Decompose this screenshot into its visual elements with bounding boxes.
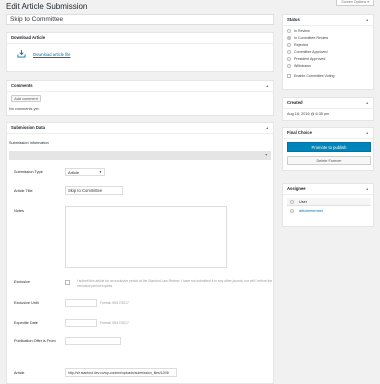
chevron-down-icon: ▼ <box>99 170 102 174</box>
add-comment-button[interactable]: Add comment <box>11 95 41 102</box>
collapse-caret-icon[interactable]: ▲ <box>366 184 369 194</box>
radio-icon <box>290 200 294 204</box>
comments-box: Comments ▲ Add comment No comments yet. <box>6 80 274 116</box>
radio-icon <box>287 43 291 48</box>
title-input[interactable]: Skip to Committee <box>6 14 274 25</box>
page-title: Edit Article Submission <box>6 2 88 11</box>
created-box: Created ▲ Aug 16, 2016 @ 6:35 pm <box>282 97 374 121</box>
exclusive-until-hint: Format: 05/17/2017 <box>100 301 129 305</box>
notes-textarea[interactable] <box>65 206 227 268</box>
assignee-box: Assignee ▲ User articlemember <box>282 183 374 227</box>
assignee-user-row[interactable]: articlemember <box>287 207 371 215</box>
article-url-input[interactable]: http://slr.stanford.dev.cc/wp-content/up… <box>65 368 177 377</box>
radio-icon <box>287 64 291 69</box>
radio-icon <box>287 29 291 34</box>
assignee-heading: Assignee ▲ <box>283 184 373 195</box>
comments-heading: Comments ▲ <box>7 81 273 92</box>
exclusive-until-input[interactable] <box>65 299 97 307</box>
collapse-caret-icon[interactable]: ▲ <box>366 98 369 108</box>
status-option-in-review[interactable]: In Review <box>287 29 310 34</box>
status-option-rejected[interactable]: Rejected <box>287 43 308 48</box>
created-date: Aug 16, 2016 @ 6:35 pm <box>287 112 330 116</box>
no-comments-text: No comments yet. <box>9 107 40 111</box>
submission-type-select[interactable]: Article ▼ <box>65 168 105 176</box>
radio-icon <box>287 50 291 55</box>
status-box: Status ▲ In Review In Committee Review R… <box>282 14 374 90</box>
final-choice-heading: Final Choice ▲ <box>283 128 373 139</box>
final-choice-box: Final Choice ▲ Promote to publish Delete… <box>282 127 374 171</box>
screen-options-button[interactable]: Screen Options ▾ <box>336 0 374 6</box>
radio-selected-icon <box>287 36 291 41</box>
exclusive-until-label: Exclusive Until <box>14 301 39 305</box>
status-option-withdrawn[interactable]: Withdrawn <box>287 64 311 69</box>
article-label: Article <box>14 371 25 375</box>
notes-label: Notes <box>14 209 24 213</box>
article-title-label: Article Title <box>14 189 33 193</box>
delete-forever-button[interactable]: Delete Forever <box>287 156 371 165</box>
collapse-caret-icon[interactable]: ▲ <box>266 81 269 91</box>
enable-voting-checkbox[interactable]: Enable Committee Voting <box>287 74 335 79</box>
expedite-date-hint: Format: 05/17/2017 <box>100 321 129 325</box>
article-title-input[interactable]: Skip to Committee <box>65 186 123 195</box>
exclusive-checkbox[interactable] <box>65 280 70 285</box>
expedite-date-label: Expedite Date <box>14 321 38 325</box>
submission-info-bar[interactable]: ▼ <box>9 151 271 160</box>
status-option-committee-approved[interactable]: Committee Approved <box>287 50 328 55</box>
collapse-caret-icon[interactable]: ▲ <box>366 128 369 138</box>
promote-to-publish-button[interactable]: Promote to publish <box>287 142 371 152</box>
publication-offer-label: Publication Offer is From <box>14 339 56 343</box>
status-option-president-approved[interactable]: President Approved <box>287 57 325 62</box>
submission-data-heading: Submission Data ▲ <box>7 123 273 134</box>
exclusive-description: I submit this article for an exclusive p… <box>77 279 273 288</box>
expedite-date-input[interactable] <box>65 319 97 327</box>
checkbox-icon <box>287 74 291 79</box>
download-article-link[interactable]: Download article file <box>33 52 70 57</box>
submission-info-heading: Submission Information <box>9 141 49 145</box>
status-heading: Status ▲ <box>283 15 373 26</box>
download-icon[interactable] <box>17 50 26 58</box>
exclusive-label: Exclusive <box>14 280 31 284</box>
collapse-caret-icon[interactable]: ▲ <box>366 15 369 25</box>
radio-icon[interactable] <box>290 209 294 213</box>
publication-offer-input[interactable] <box>65 337 121 345</box>
download-article-box: Download Article Download article file <box>6 32 274 72</box>
assignee-column-header: User <box>287 198 371 206</box>
chevron-down-icon: ▼ <box>264 153 268 157</box>
radio-icon <box>287 57 291 62</box>
submission-type-label: Submission Type <box>14 170 43 174</box>
download-article-heading: Download Article <box>7 33 273 44</box>
status-option-in-committee-review[interactable]: In Committee Review <box>287 36 328 41</box>
submission-data-box: Submission Data ▲ Submission Information… <box>6 122 274 384</box>
collapse-caret-icon[interactable]: ▲ <box>266 123 269 133</box>
created-heading: Created ▲ <box>283 98 373 109</box>
